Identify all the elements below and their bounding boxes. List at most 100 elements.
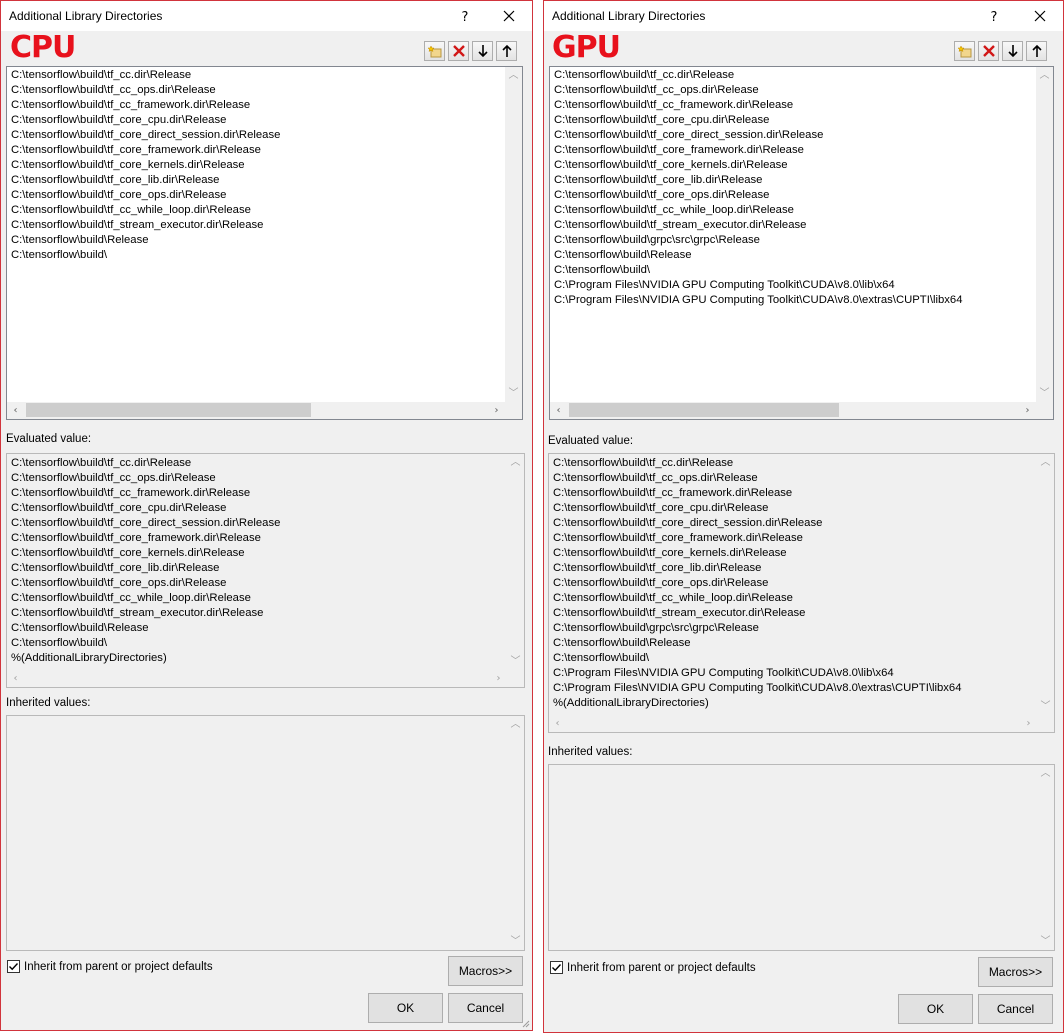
evaluated-label: Evaluated value: [6, 433, 92, 445]
inherit-checkbox[interactable] [550, 961, 563, 974]
directories-editbox[interactable]: C:\tensorflow\build\tf_cc.dir\Release C:\… [6, 66, 523, 420]
list-line: C:\tensorflow\build\Release [11, 622, 149, 634]
directories-text[interactable]: C:\tensorflow\build\tf_cc.dir\Release C:\… [554, 68, 1035, 308]
move-up-button[interactable] [1026, 41, 1047, 61]
new-line-button[interactable] [954, 41, 975, 61]
delete-button[interactable] [448, 41, 469, 61]
list-line: C:\tensorflow\build\tf_cc_ops.dir\Releas… [554, 84, 759, 96]
evaluated-box: C:\tensorflow\build\tf_cc.dir\Release C:\… [6, 453, 525, 688]
scroll-up-icon[interactable]: ︿ [505, 67, 522, 84]
macros-button[interactable]: Macros>> [978, 957, 1053, 987]
scroll-up-icon[interactable]: ︿ [1037, 765, 1054, 782]
horizontal-scrollbar[interactable]: ‹ › [7, 402, 505, 419]
list-line: C:\tensorflow\build\tf_core_direct_sessi… [554, 129, 824, 141]
help-button[interactable]: ? [983, 5, 1005, 27]
inherited-box: ︿ ﹀ [6, 715, 525, 951]
horizontal-scrollbar[interactable]: ‹ › [549, 715, 1037, 732]
inherit-checkbox-label[interactable]: Inherit from parent or project defaults [567, 962, 756, 974]
vertical-scrollbar[interactable]: ︿ ﹀ [507, 454, 524, 670]
vertical-scrollbar[interactable]: ︿ ﹀ [1037, 765, 1054, 950]
move-down-button[interactable] [472, 41, 493, 61]
vertical-scrollbar[interactable]: ︿ ﹀ [507, 716, 524, 950]
list-line: C:\Program Files\NVIDIA GPU Computing To… [554, 294, 963, 306]
dialog-title: Additional Library Directories [9, 9, 163, 23]
evaluated-text: C:\tensorflow\build\tf_cc.dir\Release C:\… [11, 456, 506, 666]
inherit-checkbox[interactable] [7, 960, 20, 973]
close-icon [1034, 10, 1046, 22]
list-line: C:\tensorflow\build\tf_core_ops.dir\Rele… [11, 189, 227, 201]
scroll-left-icon[interactable]: ‹ [549, 715, 566, 732]
delete-button[interactable] [978, 41, 999, 61]
close-button[interactable] [498, 5, 520, 27]
vertical-scrollbar[interactable]: ︿ ﹀ [1037, 454, 1054, 715]
inherit-checkbox-label[interactable]: Inherit from parent or project defaults [24, 961, 213, 973]
delete-icon [982, 45, 995, 57]
inherit-checkbox-row[interactable]: Inherit from parent or project defaults [550, 961, 756, 974]
cancel-button[interactable]: Cancel [448, 993, 523, 1023]
list-line: C:\tensorflow\build\tf_cc_framework.dir\… [554, 99, 794, 111]
cancel-button[interactable]: Cancel [978, 994, 1053, 1024]
directories-editbox[interactable]: C:\tensorflow\build\tf_cc.dir\Release C:\… [549, 66, 1054, 420]
list-line: C:\tensorflow\build\tf_cc_ops.dir\Releas… [553, 472, 758, 484]
scroll-down-icon[interactable]: ﹀ [1037, 698, 1054, 715]
scroll-right-icon[interactable]: › [488, 402, 505, 419]
inherit-checkbox-row[interactable]: Inherit from parent or project defaults [7, 960, 213, 973]
scroll-down-icon[interactable]: ﹀ [507, 653, 524, 670]
title-bar[interactable]: Additional Library Directories ? [1, 1, 532, 31]
vertical-scrollbar[interactable]: ︿ ﹀ [1036, 67, 1053, 402]
list-line: C:\tensorflow\build\tf_cc_ops.dir\Releas… [11, 84, 216, 96]
new-line-icon [956, 45, 971, 58]
horizontal-scrollbar[interactable]: ‹ › [550, 402, 1036, 419]
new-line-button[interactable] [424, 41, 445, 61]
list-line: C:\tensorflow\build\tf_core_framework.di… [11, 532, 261, 544]
toolbar [424, 41, 517, 61]
scroll-thumb[interactable] [26, 403, 311, 417]
list-line: C:\tensorflow\build\ [11, 249, 108, 261]
list-line: C:\tensorflow\build\tf_core_framework.di… [553, 532, 803, 544]
horizontal-scrollbar[interactable]: ‹ › [7, 670, 507, 687]
list-line: C:\tensorflow\build\tf_core_framework.di… [554, 144, 804, 156]
overlay-label: CPU [10, 30, 76, 65]
scroll-left-icon[interactable]: ‹ [550, 402, 567, 419]
delete-icon [452, 45, 465, 57]
directories-text[interactable]: C:\tensorflow\build\tf_cc.dir\Release C:\… [11, 68, 504, 263]
vertical-scrollbar[interactable]: ︿ ﹀ [505, 67, 522, 402]
ok-button[interactable]: OK [898, 994, 973, 1024]
scroll-up-icon[interactable]: ︿ [1036, 67, 1053, 84]
scroll-down-icon[interactable]: ﹀ [1036, 385, 1053, 402]
list-line: C:\tensorflow\build\tf_cc_while_loop.dir… [553, 592, 793, 604]
help-icon: ? [990, 10, 998, 25]
list-line: C:\tensorflow\build\tf_cc_framework.dir\… [11, 487, 251, 499]
move-up-button[interactable] [496, 41, 517, 61]
ok-button[interactable]: OK [368, 993, 443, 1023]
scroll-down-icon[interactable]: ﹀ [507, 933, 524, 950]
scroll-left-icon[interactable]: ‹ [7, 402, 24, 419]
list-line: C:\tensorflow\build\grpc\src\grpc\Releas… [553, 622, 759, 634]
list-line: %(AdditionalLibraryDirectories) [553, 697, 709, 709]
dialog-title: Additional Library Directories [552, 9, 706, 23]
scroll-down-icon[interactable]: ﹀ [1037, 933, 1054, 950]
help-icon: ? [461, 10, 469, 25]
scroll-right-icon[interactable]: › [1019, 402, 1036, 419]
help-button[interactable]: ? [454, 5, 476, 27]
scroll-right-icon[interactable]: › [490, 670, 507, 687]
scroll-right-icon[interactable]: › [1020, 715, 1037, 732]
scroll-up-icon[interactable]: ︿ [507, 454, 524, 471]
resize-grip-icon[interactable] [520, 1018, 530, 1028]
close-icon [503, 10, 515, 22]
title-bar[interactable]: Additional Library Directories ? [544, 1, 1063, 31]
close-button[interactable] [1029, 5, 1051, 27]
macros-button[interactable]: Macros>> [448, 956, 523, 986]
scroll-left-icon[interactable]: ‹ [7, 670, 24, 687]
list-line: C:\tensorflow\build\tf_cc_framework.dir\… [11, 99, 251, 111]
scroll-down-icon[interactable]: ﹀ [505, 385, 522, 402]
list-line: C:\tensorflow\build\tf_core_cpu.dir\Rele… [11, 114, 227, 126]
list-line: C:\tensorflow\build\Release [11, 234, 149, 246]
move-down-button[interactable] [1002, 41, 1023, 61]
scroll-thumb[interactable] [569, 403, 839, 417]
scroll-up-icon[interactable]: ︿ [507, 716, 524, 733]
gpu-dialog: Additional Library Directories ? GPU C:\… [543, 0, 1064, 1033]
scroll-up-icon[interactable]: ︿ [1037, 454, 1054, 471]
list-line: C:\tensorflow\build\Release [553, 637, 691, 649]
list-line: C:\tensorflow\build\tf_cc.dir\Release [554, 69, 735, 81]
